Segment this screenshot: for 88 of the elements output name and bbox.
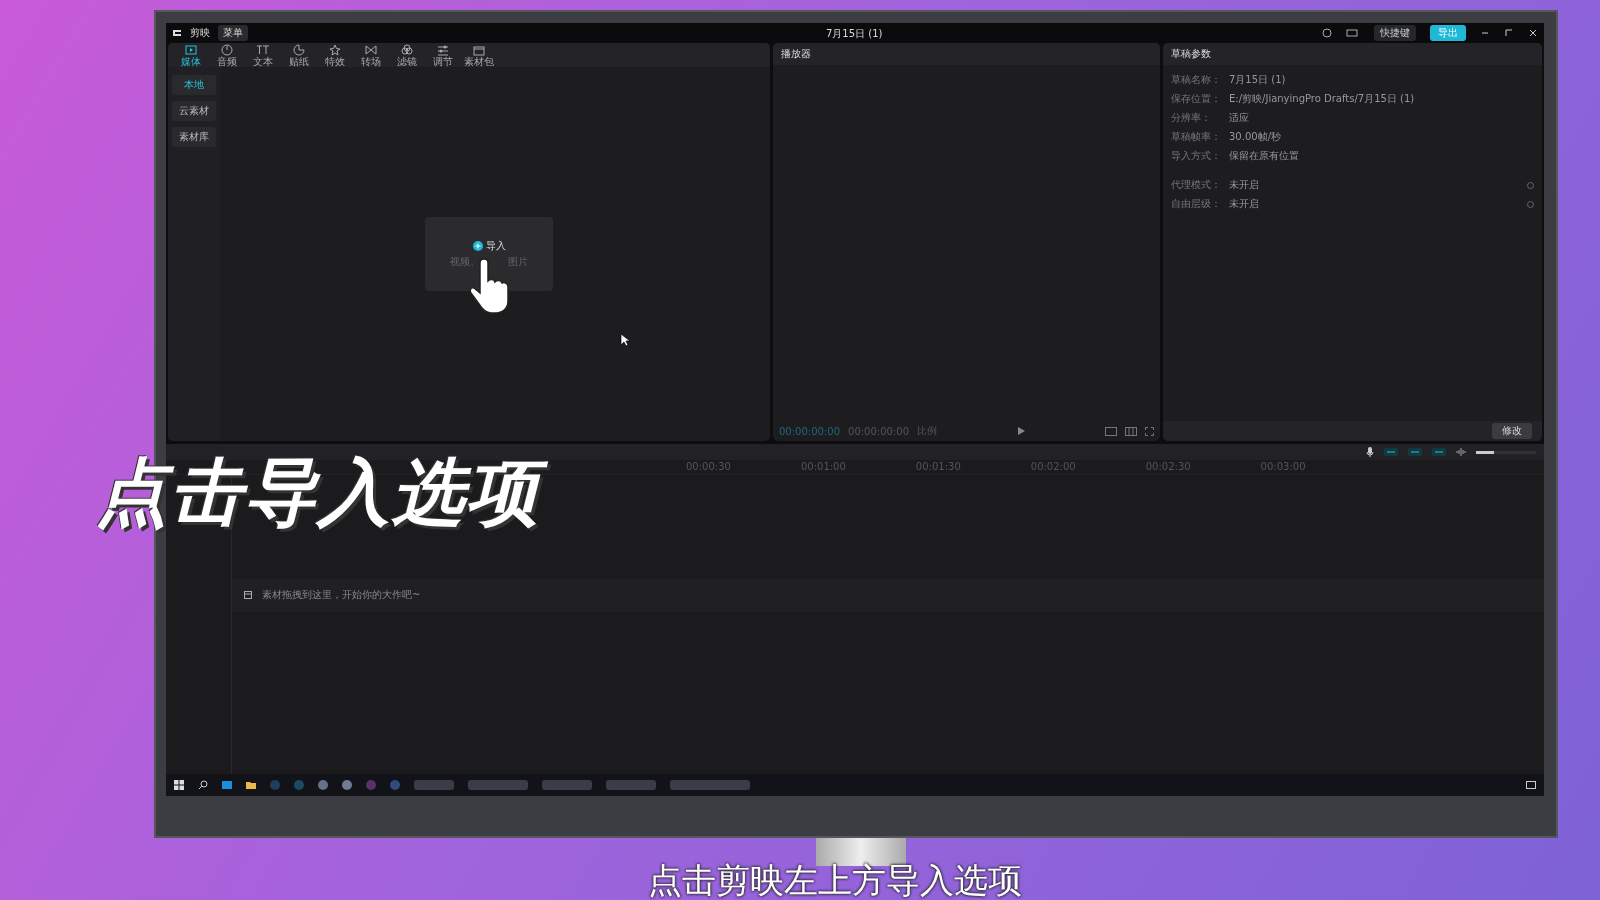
toolbar-tab[interactable]: 调节 [428,43,458,67]
taskbar-app-icon [606,780,656,790]
time-tick: 00:02:00 [1030,460,1076,474]
param-label: 草稿帧率： [1171,130,1222,144]
plus-icon [472,241,483,251]
app-title: 剪映 [190,26,210,40]
timecode: 00:00:00:00 [779,425,840,437]
star-icon [328,43,342,56]
text-icon [256,43,270,56]
import-label: 导入 [485,239,506,253]
maximize-icon [1504,28,1514,38]
info-icon [1527,181,1534,189]
taskbar-app-icon [542,780,592,790]
shortcut-button[interactable]: 快捷键 [1374,25,1416,41]
app-icon [318,780,328,790]
close-icon [1528,28,1538,38]
param-value: 未开启 [1229,197,1259,211]
toolbar-tab[interactable]: 素材包 [464,43,494,67]
param-label: 分辨率： [1171,111,1212,125]
grid-icon [1125,426,1137,436]
panel-title: 播放器 [781,47,811,61]
taskbar-app-icon [414,780,454,790]
media-icon [184,43,198,56]
help-icon [1322,28,1332,38]
toolbar-tab[interactable]: 音频 [212,43,242,67]
param-label: 保存位置： [1171,92,1222,106]
info-icon [1527,200,1534,208]
sliders-icon [436,43,450,56]
filter-icon [400,43,414,56]
app-icon [294,780,304,790]
zoom-slider[interactable] [1476,450,1536,454]
picture-frame-icon [1105,426,1117,436]
link-toggle-icon [1384,448,1398,456]
snap-toggle-icon [1432,448,1446,456]
time-tick: 00:01:00 [800,460,846,474]
project-title: 7月15日 (1) [826,27,883,41]
param-label: 导入方式： [1171,149,1222,163]
menu-button[interactable]: 菜单 [218,25,248,41]
window-icon [222,781,232,789]
taskbar-app-icon [670,780,750,790]
magnet-toggle-icon [1408,448,1422,456]
sidebar-item[interactable]: 素材库 [172,127,216,147]
sticker-icon [292,43,306,56]
param-value: E:/剪映/JianyingPro Drafts/7月15日 (1) [1229,92,1415,106]
param-value: 30.00帧/秒 [1229,130,1281,144]
layout-icon [1346,28,1360,38]
fullscreen-icon [1145,426,1154,436]
audio-icon [220,43,234,56]
toolbar-tab[interactable]: 媒体 [176,43,206,67]
param-value: 适应 [1229,111,1249,125]
search-icon [198,780,208,790]
time-tick: 00:03:00 [1260,460,1306,474]
toolbar-tab[interactable]: 文本 [248,43,278,67]
toolbar-tab[interactable]: 滤镜 [392,43,422,67]
split-icon [1456,448,1466,456]
toolbar-tab[interactable]: 贴纸 [284,43,314,67]
toolbar-tab[interactable]: 特效 [320,43,350,67]
pointer-icon [620,333,630,347]
microphone-icon [1366,447,1374,457]
taskbar-app-icon [468,780,528,790]
app-icon [342,780,352,790]
panel-title: 草稿参数 [1171,47,1211,61]
folder-icon [246,781,256,789]
sidebar-item[interactable]: 云素材 [172,101,216,121]
app-icon [270,780,280,790]
time-tick: 00:00:30 [686,460,731,474]
time-tick: 00:02:30 [1145,460,1191,474]
time-tick: 00:01:30 [915,460,961,474]
subtitle: 点击剪映左上方导入选项 [648,859,1022,900]
transition-icon [364,43,378,56]
logo-icon [172,28,182,38]
windows-start-icon [174,780,184,790]
param-label: 代理模式： [1171,178,1222,192]
clip-icon [244,590,252,599]
track-hint: 素材拖拽到这里，开始你的大作吧~ [262,587,421,602]
play-icon [1017,427,1025,435]
param-value: 保留在原有位置 [1229,149,1299,163]
param-label: 自由层级： [1171,197,1222,211]
param-label: 草稿名称： [1171,73,1222,87]
app-icon [366,780,376,790]
package-icon [472,43,486,56]
modify-button[interactable]: 修改 [1492,423,1532,439]
sidebar-item[interactable]: 本地 [172,75,216,95]
app-icon [390,780,400,790]
toolbar-tab[interactable]: 转场 [356,43,386,67]
param-value: 未开启 [1229,178,1259,192]
notification-icon [1526,781,1536,789]
param-value: 7月15日 (1) [1229,73,1286,87]
